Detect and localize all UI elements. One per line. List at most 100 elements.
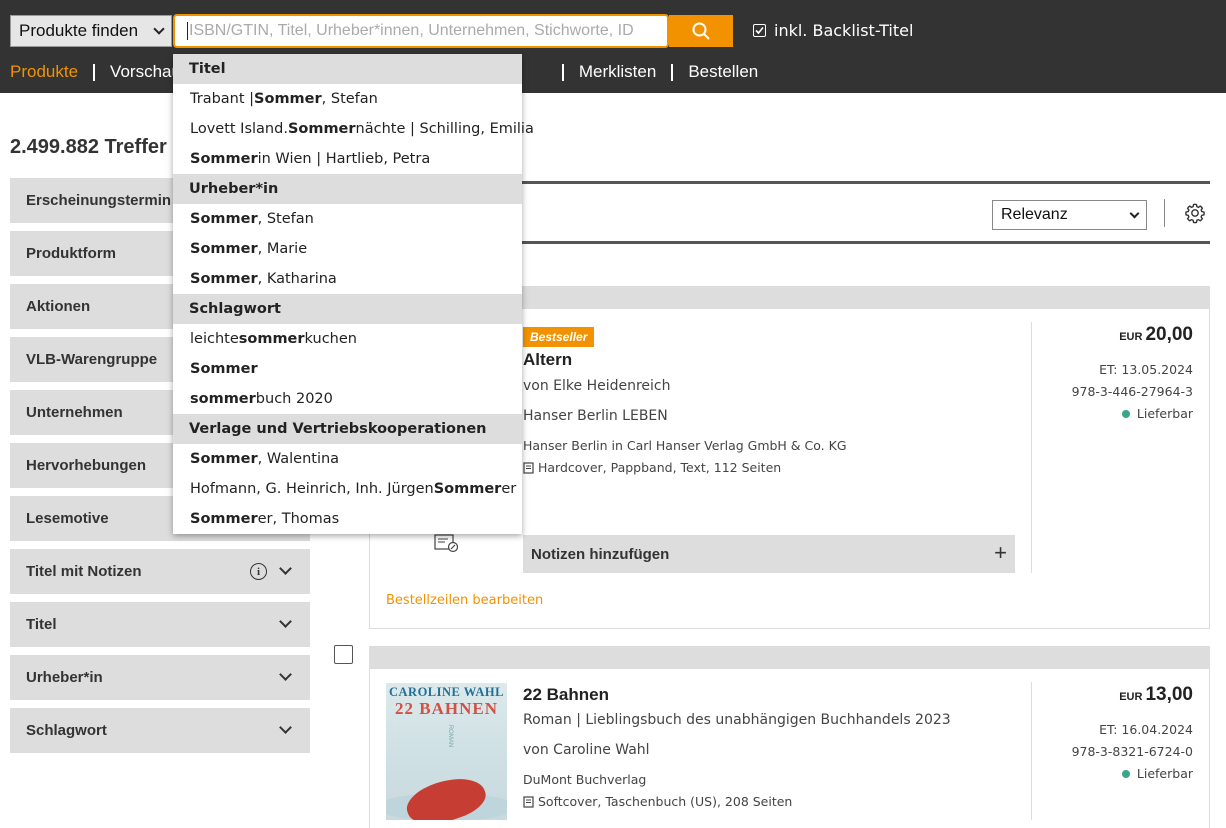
search-input[interactable]: ISBN/GTIN, Titel, Urheber*innen, Unterne… [173, 14, 669, 48]
suggestion-item[interactable]: Hofmann, G. Heinrich, Inh. Jürgen Sommer… [173, 474, 522, 504]
suggestion-item[interactable]: Sommer, Walentina [173, 444, 522, 474]
nav-item-bestellen[interactable]: Bestellen [688, 62, 758, 82]
suggestion-item[interactable]: Sommer, Stefan [173, 204, 522, 234]
search-icon [692, 22, 710, 40]
suggestion-group-header: Schlagwort [173, 294, 522, 324]
facet-schlagwort[interactable]: Schlagwort [10, 708, 310, 753]
facet-label: Urheber*in [26, 669, 103, 686]
suggestion-group-header: Titel [173, 54, 522, 84]
isbn[interactable]: 978-3-446-27964-3 [1072, 384, 1193, 399]
suggestion-item[interactable]: Sommer, Katharina [173, 264, 522, 294]
suggestion-item[interactable]: Trabant | Sommer, Stefan [173, 84, 522, 114]
suggestion-item[interactable]: Sommer in Wien | Hartlieb, Petra [173, 144, 522, 174]
product-publisher: DuMont Buchverlag [523, 772, 647, 787]
chevron-down-icon [279, 562, 292, 575]
facet-label: Titel [26, 616, 57, 633]
chevron-down-icon [153, 22, 165, 35]
availability: Lieferbar [1121, 766, 1193, 781]
nav-item-merklisten[interactable]: Merklisten [579, 62, 656, 82]
suggestion-item[interactable]: Lovett Island. Sommer nächte | Schilling,… [173, 114, 534, 144]
facet-label: Produktform [26, 245, 116, 262]
status-dot-icon [1121, 769, 1130, 778]
chevron-down-icon [279, 721, 292, 734]
checkbox-checked-icon[interactable] [753, 24, 766, 37]
availability-text: Lieferbar [1136, 406, 1193, 421]
product-card-header [369, 646, 1210, 668]
backlist-label: inkl. Backlist-Titel [774, 21, 914, 40]
facet-label: Aktionen [26, 298, 91, 315]
search-suggestions-dropdown: Titel Trabant | Sommer, Stefan Lovett Is… [173, 54, 534, 534]
sort-selected: Relevanz [1001, 206, 1068, 223]
nav-divider [561, 63, 564, 81]
suggestion-group-header: Verlage und Vertriebskooperationen [173, 414, 522, 444]
suggestion-group-header: Urheber*in [173, 174, 522, 204]
nav-divider [671, 63, 674, 81]
bestseller-badge: Bestseller [523, 327, 595, 347]
release-date: ET: 16.04.2024 [1099, 722, 1193, 737]
result-count: 2.499.882 Treffer [10, 136, 167, 158]
info-icon[interactable]: i [250, 563, 267, 580]
facet-titel[interactable]: Titel [10, 602, 310, 647]
product-publisher: Hanser Berlin in Carl Hanser Verlag GmbH… [523, 438, 847, 453]
card-divider [1031, 322, 1032, 573]
add-notes-button[interactable]: Notizen hinzufügen + [523, 535, 1015, 573]
facet-label: Erscheinungstermin [26, 192, 172, 209]
edit-order-lines-link[interactable]: Bestellzeilen bearbeiten [386, 593, 543, 608]
suggestion-item[interactable]: leichte sommer kuchen [173, 324, 522, 354]
product-format-text: Hardcover, Pappband, Text, 112 Seiten [538, 460, 782, 475]
book-icon [523, 461, 534, 474]
backlist-toggle[interactable]: inkl. Backlist-Titel [753, 21, 913, 40]
search-scope-select[interactable]: Produkte finden [10, 15, 172, 47]
price-value: 13,00 [1145, 684, 1193, 705]
facet-titel-mit-notizen[interactable]: Titel mit Notizen i [10, 549, 310, 594]
product-author[interactable]: von Elke Heidenreich [523, 378, 671, 394]
price-value: 20,00 [1145, 324, 1193, 345]
chevron-down-icon [1129, 208, 1140, 218]
add-notes-label: Notizen hinzufügen [531, 545, 670, 563]
facet-label: Hervorhebungen [26, 457, 147, 474]
price-currency: EUR [1119, 691, 1143, 703]
product-format: Softcover, Taschenbuch (US), 208 Seiten [523, 794, 792, 809]
cover-author: CAROLINE WAHL [389, 685, 504, 699]
select-product-checkbox[interactable] [334, 645, 353, 664]
suggestion-item[interactable]: Sommer [173, 354, 522, 384]
chevron-down-icon [279, 668, 292, 681]
nav-item-produkte[interactable]: Produkte [10, 62, 78, 82]
cover-label: ROMAN [447, 724, 454, 748]
sort-select[interactable]: Relevanz [992, 200, 1147, 230]
search-button[interactable] [669, 15, 733, 47]
book-icon [523, 795, 534, 808]
text-cursor [187, 22, 188, 40]
price-currency: EUR [1119, 331, 1143, 343]
facet-label: Titel mit Notizen [26, 563, 142, 580]
status-dot-icon [1121, 409, 1130, 418]
suggestion-item[interactable]: Sommer er, Thomas [173, 504, 522, 534]
facet-label: VLB-Warengruppe [26, 351, 158, 368]
chevron-down-icon [279, 615, 292, 628]
suggestion-item[interactable]: Sommer, Marie [173, 234, 522, 264]
product-price: EUR 20,00 [1119, 324, 1193, 346]
book-cover-image[interactable]: CAROLINE WAHL 22 BAHNEN ROMAN [386, 683, 507, 820]
product-title[interactable]: 22 Bahnen [523, 685, 609, 705]
isbn[interactable]: 978-3-8321-6724-0 [1072, 744, 1193, 759]
card-divider [1031, 682, 1032, 820]
toolbar-separator [1164, 199, 1165, 227]
search-scope-label: Produkte finden [19, 21, 139, 40]
product-series: Hanser Berlin LEBEN [523, 408, 668, 424]
product-price: EUR 13,00 [1119, 684, 1193, 706]
facet-label: Schlagwort [26, 722, 107, 739]
product-subtitle: Roman | Lieblingsbuch des unabhängigen B… [523, 712, 951, 728]
search-placeholder: ISBN/GTIN, Titel, Urheber*innen, Unterne… [189, 22, 634, 39]
facet-urheber[interactable]: Urheber*in [10, 655, 310, 700]
suggestion-item[interactable]: sommer buch 2020 [173, 384, 522, 414]
gear-icon[interactable] [1184, 202, 1206, 224]
product-title[interactable]: Altern [523, 350, 572, 370]
product-format-text: Softcover, Taschenbuch (US), 208 Seiten [538, 794, 793, 809]
facet-label: Unternehmen [26, 404, 123, 421]
nav-divider [93, 63, 96, 81]
product-format: Hardcover, Pappband, Text, 112 Seiten [523, 460, 781, 475]
notes-edit-icon[interactable] [434, 533, 460, 553]
product-author[interactable]: von Caroline Wahl [523, 742, 650, 758]
cover-title: 22 BAHNEN [395, 699, 498, 718]
facet-label: Lesemotive [26, 510, 109, 527]
